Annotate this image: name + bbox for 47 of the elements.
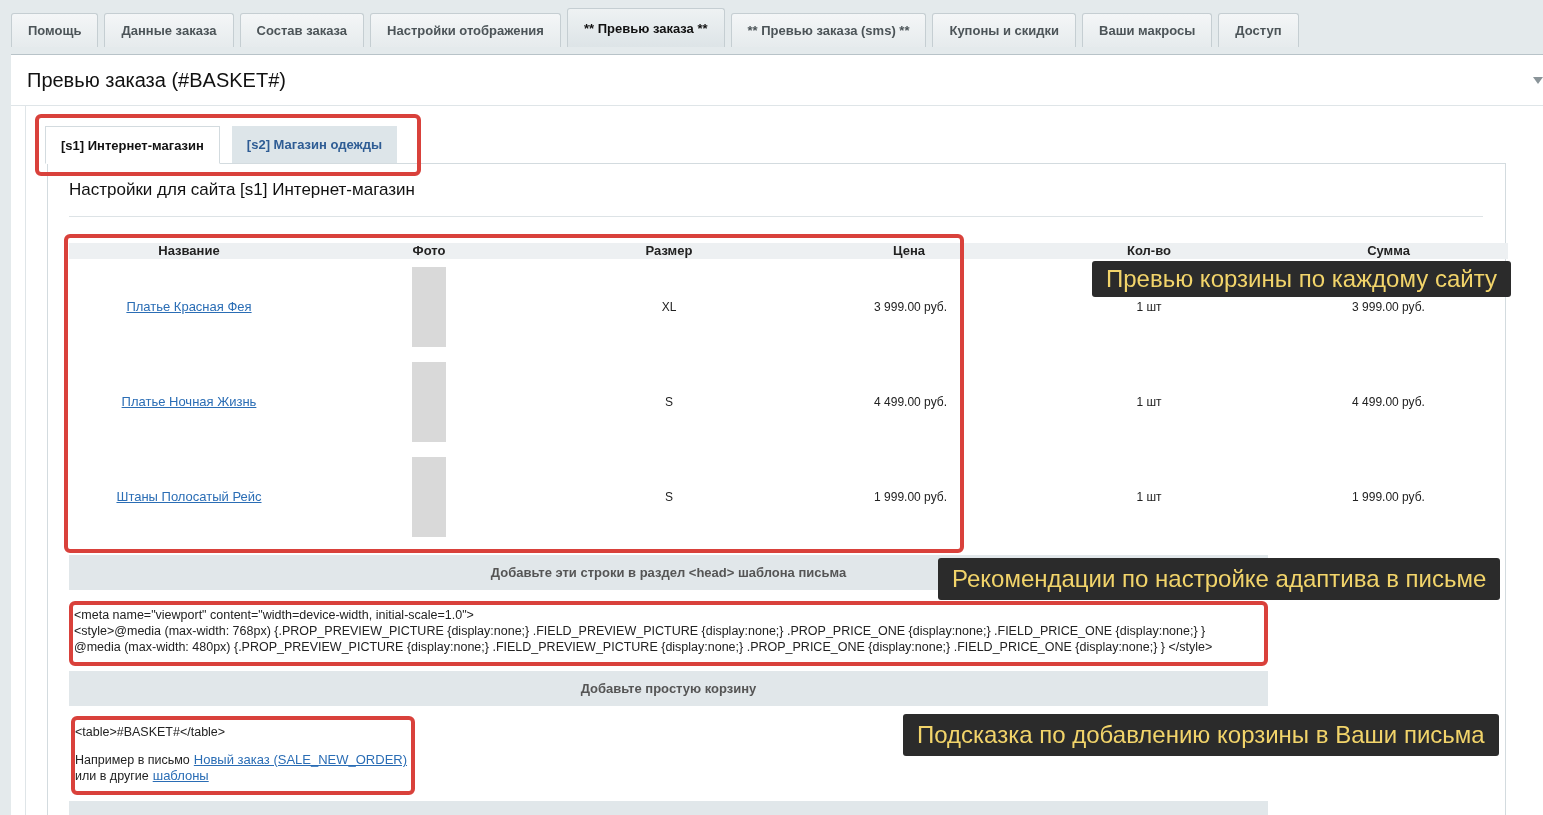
table-cell: 3 999.00 руб. [1352,299,1425,314]
column-header: Цена [789,243,1029,259]
annotation-label: Рекомендации по настройке адаптива в письме [938,558,1501,600]
code-line: <meta name="viewport" content="width=device-width, initial-scale=1.0"> [74,607,475,623]
table-cell: 1 шт [1136,489,1162,504]
product-link[interactable]: Платье Ночная Жизнь [121,394,257,409]
table-cell: S [665,489,673,504]
tab[interactable]: Помощь [11,13,99,47]
table-cell: 1 шт [1136,299,1162,314]
column-header: Название [69,243,309,259]
annotation-label: Подсказка по добавлению корзины в Ваши письма [903,714,1499,756]
hint-text: или в другие [75,769,149,783]
tab[interactable]: Данные заказа [104,13,234,47]
column-header: Сумма [1269,243,1508,259]
table-cell: XL [661,299,677,314]
caret-icon[interactable] [1533,76,1543,84]
table-cell: 4 499.00 руб. [874,394,947,409]
code-line: <table>#BASKET#</table> [75,724,227,740]
tab[interactable]: ** Превью заказа (sms) ** [730,13,927,47]
annotation-label: Превью корзины по каждому сайту [1092,261,1511,297]
tab[interactable]: ** Превью заказа ** [566,8,725,47]
templates-link[interactable]: шаблоны [152,768,209,783]
hint-text: Например в письмо [75,753,190,767]
table-cell: 4 499.00 руб. [1352,394,1425,409]
site-tab[interactable]: [s2] Магазин одежды [231,126,398,163]
section-heading: Добавьте простую корзину [69,671,1268,706]
column-header: Кол-во [1029,243,1269,259]
table-cell: 1 шт [1136,394,1162,409]
table-cell: 1 999.00 руб. [874,489,947,504]
table-cell: 3 999.00 руб. [874,299,947,314]
table-cell: S [665,394,673,409]
tab[interactable]: Состав заказа [239,13,365,47]
code-line: @media (max-width: 480px) {.PROP_PREVIEW_PICTURE {display:none;} .FIELD_PREVIEW_PICTURE {display:none;} .PROP_PRICE_ONE {display:none;} .FIELD_PRICE_ONE {display:none;} } </style> [74,639,1214,655]
table-cell: 1 999.00 руб. [1352,489,1425,504]
column-header: Фото [309,243,549,259]
page-title: Превью заказа (#BASKET#) [27,68,286,92]
tab[interactable]: Ваши макросы [1082,13,1213,47]
tab[interactable]: Доступ [1218,13,1299,47]
tab[interactable]: Купоны и скидки [932,13,1077,47]
code-line: <style>@media (max-width: 768px) {.PROP_PREVIEW_PICTURE {display:none;} .FIELD_PREVIEW_PICTURE {display:none;} .PROP_PRICE_ONE {display:none;} .FIELD_PRICE_ONE {display:none;} } [74,623,1207,639]
product-link[interactable]: Платье Красная Фея [126,299,252,314]
column-header: Размер [549,243,789,259]
tab[interactable]: Настройки отображения [370,13,561,47]
site-tab[interactable]: [s1] Интернет-магазин [45,126,220,164]
product-link[interactable]: Штаны Полосатый Рейс [116,489,262,504]
template-link[interactable]: Новый заказ (SALE_NEW_ORDER) [193,752,408,767]
section-title: Настройки для сайта [s1] Интернет-магазин [69,180,416,201]
